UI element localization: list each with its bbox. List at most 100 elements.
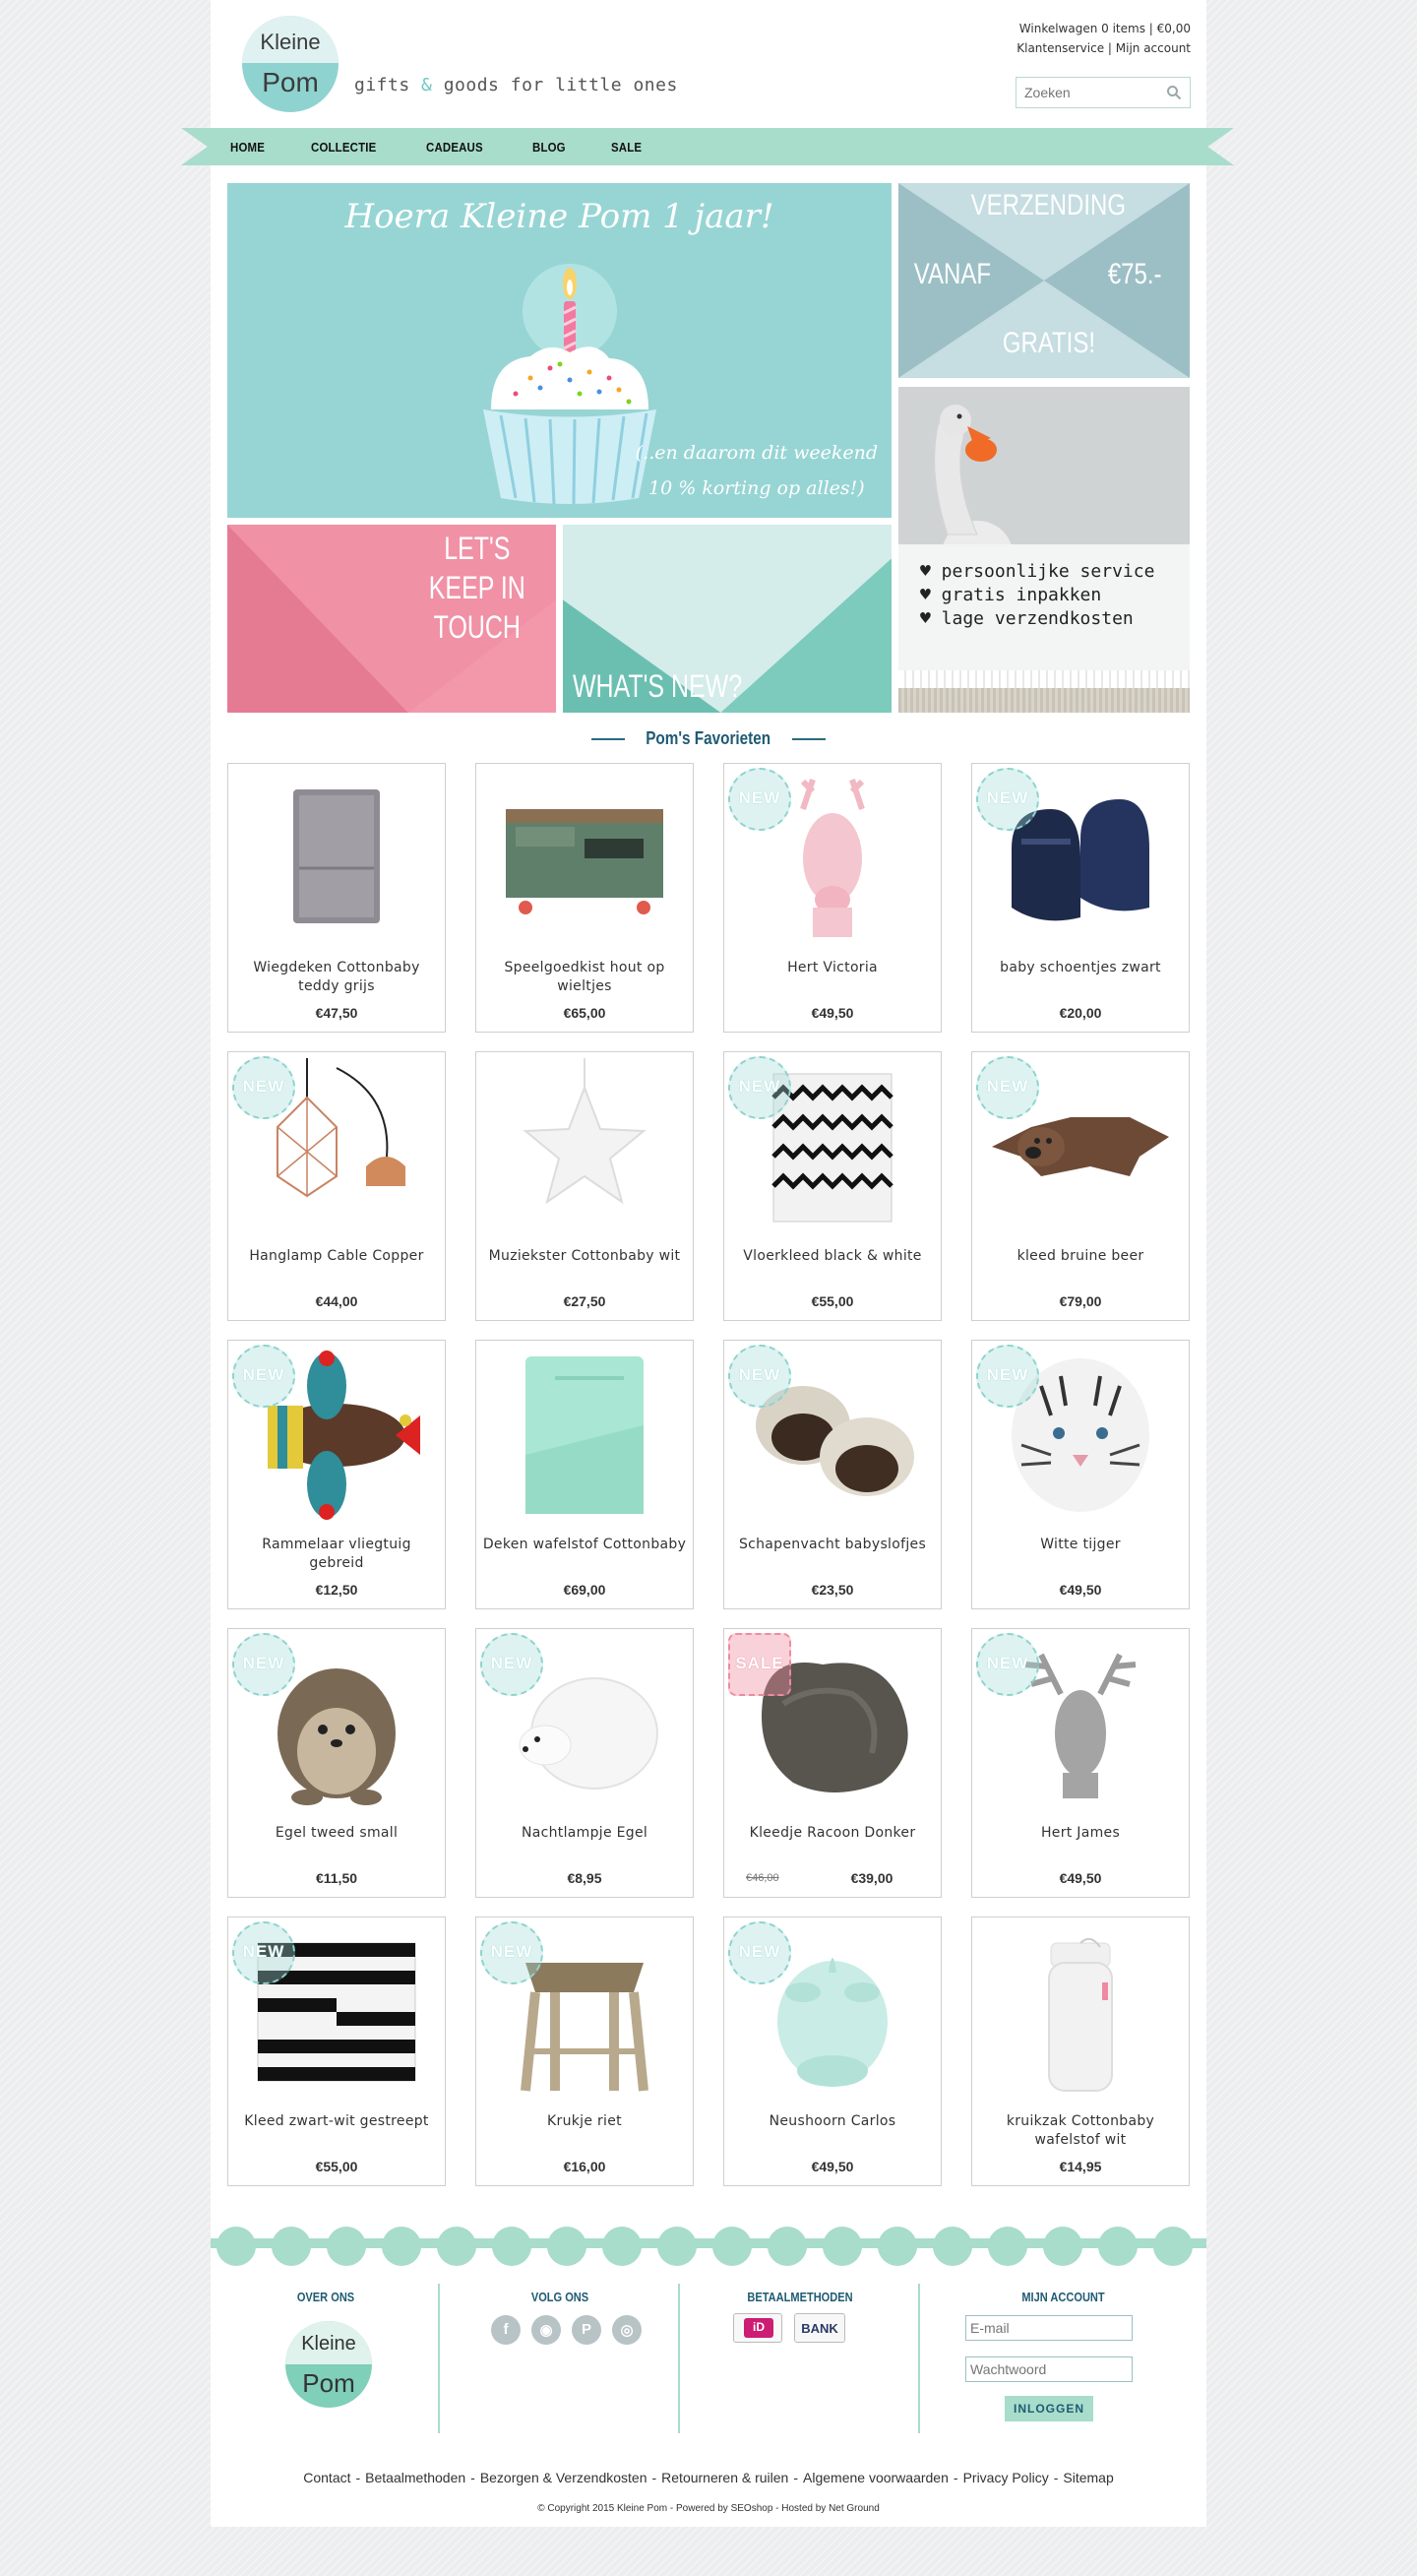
tagline-part1: gifts	[354, 75, 422, 95]
product-price: €11,50	[315, 1870, 358, 1886]
product-name[interactable]: Hert James	[978, 1824, 1183, 1843]
link-separator: -	[355, 2470, 361, 2485]
product-card[interactable]: NEW kleed bruine beer €79,00	[971, 1051, 1190, 1321]
blanket-grey-icon[interactable]	[238, 770, 435, 947]
my-account-link[interactable]: Mijn account	[1116, 41, 1191, 55]
rss-icon[interactable]: ◉	[531, 2315, 561, 2345]
product-name[interactable]: Schapenvacht babyslofjes	[730, 1536, 935, 1554]
product-name[interactable]: Vloerkleed black & white	[730, 1247, 935, 1266]
keep-in-touch-banner[interactable]: LET'S KEEP IN TOUCH	[227, 525, 556, 713]
product-card[interactable]: Speelgoedkist hout op wieltjes €65,00	[475, 763, 694, 1033]
new-badge: NEW	[232, 1921, 295, 1984]
new-badge: NEW	[232, 1056, 295, 1119]
product-name[interactable]: Wiegdeken Cottonbaby teddy grijs	[234, 959, 439, 996]
product-card[interactable]: NEW Nachtlampje Egel €8,95	[475, 1628, 694, 1898]
ideal-logo: iD	[733, 2313, 782, 2343]
product-card[interactable]: NEW baby schoentjes zwart €20,00	[971, 763, 1190, 1033]
product-name[interactable]: Neushoorn Carlos	[730, 2112, 935, 2131]
login-button[interactable]: INLOGGEN	[1005, 2396, 1093, 2421]
product-name[interactable]: Hanglamp Cable Copper	[234, 1247, 439, 1266]
product-card[interactable]: NEW Krukje riet €16,00	[475, 1916, 694, 2186]
new-badge: NEW	[232, 1345, 295, 1408]
product-card[interactable]: NEW Schapenvacht babyslofjes €23,50	[723, 1340, 942, 1609]
product-card[interactable]: NEW Egel tweed small €11,50	[227, 1628, 446, 1898]
footer-link[interactable]: Bezorgen & Verzendkosten	[480, 2470, 647, 2485]
footer-logo[interactable]: Kleine Pom	[285, 2321, 372, 2408]
wooden-chest-icon[interactable]	[486, 770, 683, 947]
account-links: Klantenservice | Mijn account	[1017, 41, 1191, 55]
footer-link[interactable]: Sitemap	[1063, 2470, 1113, 2485]
product-name[interactable]: Egel tweed small	[234, 1824, 439, 1843]
product-name[interactable]: kleed bruine beer	[978, 1247, 1183, 1266]
product-card[interactable]: NEW Hert James €49,50	[971, 1628, 1190, 1898]
logo[interactable]: Kleine Pom	[242, 16, 339, 112]
product-card[interactable]: kruikzak Cottonbaby wafelstof wit €14,95	[971, 1916, 1190, 2186]
nav-item-sale[interactable]: SALE	[611, 140, 642, 155]
birthday-banner[interactable]: Hoera Kleine Pom 1 jaar! (..en daarom di…	[227, 183, 892, 518]
product-name[interactable]: Kleed zwart-wit gestreept	[234, 2112, 439, 2131]
shipping-banner[interactable]: VERZENDING VANAF €75.- GRATIS!	[898, 183, 1190, 378]
product-card[interactable]: Muziekster Cottonbaby wit €27,50	[475, 1051, 694, 1321]
logo-line2: Pom	[262, 67, 319, 97]
product-card[interactable]: NEW Hert Victoria €49,50	[723, 763, 942, 1033]
customer-service-link[interactable]: Klantenservice	[1017, 41, 1104, 55]
product-price: €49,50	[811, 1005, 854, 1021]
bank-logo: BANK	[794, 2313, 845, 2343]
product-card[interactable]: NEW Vloerkleed black & white €55,00	[723, 1051, 942, 1321]
product-name[interactable]: Witte tijger	[978, 1536, 1183, 1554]
footer-account: MIJN ACCOUNT INLOGGEN	[920, 2284, 1206, 2436]
shipping-top-text: VERZENDING	[970, 189, 1127, 221]
badge-label: NEW	[242, 1942, 285, 1961]
product-price: €20,00	[1059, 1005, 1102, 1021]
product-card[interactable]: NEW Rammelaar vliegtuig gebreid €12,50	[227, 1340, 446, 1609]
new-badge: NEW	[728, 1056, 791, 1119]
instagram-glyph: ◎	[620, 2322, 634, 2339]
hot-water-bottle-icon[interactable]	[982, 1923, 1179, 2101]
product-name[interactable]: Nachtlampje Egel	[482, 1824, 687, 1843]
whats-new-banner[interactable]: WHAT'S NEW?	[563, 525, 892, 713]
nav-item-collectie[interactable]: COLLECTIE	[311, 140, 376, 155]
product-card[interactable]: NEW Hanglamp Cable Copper €44,00	[227, 1051, 446, 1321]
product-card[interactable]: NEW Witte tijger €49,50	[971, 1340, 1190, 1609]
product-name[interactable]: Deken wafelstof Cottonbaby	[482, 1536, 687, 1554]
product-price: €49,50	[1059, 1582, 1102, 1598]
footer-link[interactable]: Privacy Policy	[963, 2470, 1049, 2485]
nav-item-blog[interactable]: BLOG	[532, 140, 566, 155]
search-icon[interactable]	[1166, 85, 1182, 100]
footer-link[interactable]: Algemene voorwaarden	[803, 2470, 949, 2485]
product-name[interactable]: Rammelaar vliegtuig gebreid	[234, 1536, 439, 1573]
email-field[interactable]	[965, 2315, 1133, 2341]
birthday-banner-title: Hoera Kleine Pom 1 jaar!	[344, 197, 774, 236]
product-name[interactable]: kruikzak Cottonbaby wafelstof wit	[978, 2112, 1183, 2150]
product-card[interactable]: NEW Kleed zwart-wit gestreept €55,00	[227, 1916, 446, 2186]
product-card[interactable]: SALE Kleedje Racoon Donker €46,00 €39,00	[723, 1628, 942, 1898]
product-name[interactable]: Muziekster Cottonbaby wit	[482, 1247, 687, 1266]
footer-link[interactable]: Retourneren & ruilen	[661, 2470, 788, 2485]
instagram-icon[interactable]: ◎	[612, 2315, 642, 2345]
nav-item-home[interactable]: HOME	[230, 140, 265, 155]
pinterest-glyph: P	[581, 2321, 591, 2338]
product-card[interactable]: Deken wafelstof Cottonbaby €69,00	[475, 1340, 694, 1609]
product-card[interactable]: NEW Neushoorn Carlos €49,50	[723, 1916, 942, 2186]
product-name[interactable]: baby schoentjes zwart	[978, 959, 1183, 977]
product-name[interactable]: Hert Victoria	[730, 959, 935, 977]
product-name[interactable]: Kleedje Racoon Donker	[730, 1824, 935, 1843]
product-name[interactable]: Krukje riet	[482, 2112, 687, 2131]
mint-blanket-icon[interactable]	[486, 1347, 683, 1524]
search-input[interactable]	[1017, 78, 1154, 107]
facebook-icon[interactable]: f	[491, 2315, 521, 2345]
product-card[interactable]: Wiegdeken Cottonbaby teddy grijs €47,50	[227, 763, 446, 1033]
cart-link[interactable]: Winkelwagen 0 items | €0,00	[1019, 22, 1191, 35]
white-star-icon[interactable]	[486, 1058, 683, 1235]
footer-link[interactable]: Betaalmethoden	[365, 2470, 465, 2485]
pinterest-icon[interactable]: P	[572, 2315, 601, 2345]
badge-label: NEW	[242, 1365, 285, 1384]
nav-item-cadeaus[interactable]: CADEAUS	[426, 140, 483, 155]
footer-link[interactable]: Contact	[303, 2470, 350, 2485]
service-banner[interactable]: ♥ persoonlijke service ♥ gratis inpakken…	[898, 387, 1190, 713]
shipping-bottom-text: GRATIS!	[1002, 327, 1096, 359]
product-name[interactable]: Speelgoedkist hout op wieltjes	[482, 959, 687, 996]
password-field[interactable]	[965, 2356, 1133, 2382]
product-price: €12,50	[315, 1582, 358, 1598]
new-badge: NEW	[728, 1345, 791, 1408]
